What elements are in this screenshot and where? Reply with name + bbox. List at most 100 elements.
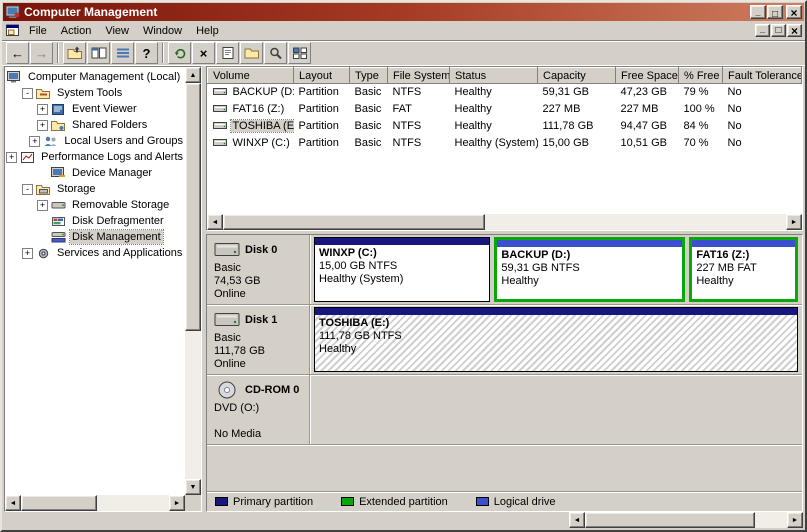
scroll-thumb[interactable] [21, 495, 97, 511]
export-list-button[interactable] [111, 42, 134, 64]
back-button[interactable]: ← [6, 42, 29, 64]
restore-icon [775, 25, 781, 36]
mdi-close-button[interactable] [787, 24, 802, 37]
delete-button[interactable]: × [192, 42, 215, 64]
scroll-thumb[interactable] [585, 512, 755, 528]
volume-row-toshiba-e[interactable]: TOSHIBA (E:)PartitionBasicNTFSHealthy111… [208, 118, 802, 135]
tree-item-device-manager[interactable]: Device Manager [5, 165, 185, 181]
menu-help[interactable]: Help [189, 23, 226, 39]
disk-icon [214, 310, 240, 330]
scroll-thumb[interactable] [223, 214, 485, 230]
views-button[interactable] [288, 42, 311, 64]
tree-item-disk-defragmenter[interactable]: Disk Defragmenter [5, 213, 185, 229]
disk-info-disk-1[interactable]: Disk 1Basic111,78 GBOnline [207, 305, 310, 374]
volume-row-backup-d[interactable]: BACKUP (D:)PartitionBasicNTFSHealthy59,3… [208, 84, 802, 101]
collapse-toggle-icon[interactable]: - [22, 88, 33, 99]
menu-view[interactable]: View [98, 23, 136, 39]
cell-capacity: 15,00 GB [538, 135, 616, 152]
tree-vertical-scrollbar[interactable] [185, 67, 201, 495]
column-header-free-space[interactable]: Free Space [616, 68, 679, 84]
tree-horizontal-scrollbar[interactable] [5, 495, 185, 511]
disk-info-disk-0[interactable]: Disk 0Basic74,53 GBOnline [207, 235, 310, 304]
find-button[interactable] [264, 42, 287, 64]
bottom-horizontal-scrollbar[interactable] [569, 512, 803, 528]
expand-toggle-icon[interactable]: + [29, 136, 40, 147]
column-header-type[interactable]: Type [350, 68, 388, 84]
column-header-file-system[interactable]: File System [388, 68, 450, 84]
scroll-right-button[interactable] [169, 495, 185, 511]
column-header-fault-tolerance[interactable]: Fault Tolerance [723, 68, 802, 84]
scroll-down-button[interactable] [185, 479, 201, 495]
minimize-button[interactable] [750, 5, 766, 19]
tree-item-event-viewer[interactable]: + Event Viewer [5, 101, 185, 117]
expand-toggle-icon[interactable]: + [37, 104, 48, 115]
expand-toggle-icon[interactable]: + [22, 248, 33, 259]
disk-info-cd-rom-0[interactable]: CD-ROM 0DVD (O:) No Media [207, 375, 310, 444]
help-button[interactable]: ? [135, 42, 158, 64]
tree-item-local-users-and-groups[interactable]: +Local Users and Groups [5, 133, 185, 149]
tree-item-label: Shared Folders [70, 118, 149, 132]
open-folder-button[interactable] [240, 42, 263, 64]
partition-fat16-z[interactable]: FAT16 (Z:)227 MB FATHealthy [689, 237, 798, 302]
collapse-toggle-icon[interactable]: - [22, 184, 33, 195]
column-header-capacity[interactable]: Capacity [538, 68, 616, 84]
cell-free-space: 47,23 GB [616, 84, 679, 101]
volume-row-fat16-z[interactable]: FAT16 (Z:)PartitionBasicFATHealthy227 MB… [208, 101, 802, 118]
up-button[interactable] [63, 42, 86, 64]
drive-icon [213, 137, 228, 148]
partition-label: FAT16 (Z:) [696, 249, 791, 262]
menu-file[interactable]: File [22, 23, 54, 39]
scroll-left-button[interactable] [569, 512, 585, 528]
column-header-free[interactable]: % Free [679, 68, 723, 84]
tree-item-services-and-applications[interactable]: +Services and Applications [5, 245, 185, 261]
extended-partition-swatch [341, 497, 354, 506]
properties-button[interactable] [216, 42, 239, 64]
console-tree: Computer Management (Local) - System Tools… [5, 67, 185, 495]
tree-item-shared-folders[interactable]: + Shared Folders [5, 117, 185, 133]
mdi-restore-button[interactable] [771, 24, 786, 37]
cell-type: Basic [350, 84, 388, 101]
expand-toggle-icon[interactable]: + [37, 120, 48, 131]
maximize-button[interactable] [767, 5, 783, 19]
expand-toggle-icon[interactable]: + [6, 152, 17, 163]
column-header-layout[interactable]: Layout [294, 68, 350, 84]
console-tree-button[interactable] [87, 42, 110, 64]
menu-action[interactable]: Action [54, 23, 99, 39]
legend: Primary partitionExtended partitionLogic… [207, 491, 802, 511]
partition-type-strip [497, 240, 682, 247]
scroll-left-button[interactable] [207, 214, 223, 230]
right-arrow-icon [792, 517, 799, 524]
refresh-button[interactable] [168, 42, 191, 64]
column-header-status[interactable]: Status [450, 68, 538, 84]
tree-item-performance-logs-and-alerts[interactable]: +Performance Logs and Alerts [5, 149, 185, 165]
mdi-minimize-button[interactable] [755, 24, 770, 37]
partition-backup-d[interactable]: BACKUP (D:)59,31 GB NTFSHealthy [494, 237, 685, 302]
volume-row-winxp-c[interactable]: WINXP (C:)PartitionBasicNTFSHealthy (Sys… [208, 135, 802, 152]
scroll-thumb[interactable] [185, 83, 201, 331]
title-bar[interactable]: Computer Management [3, 3, 804, 21]
column-header-volume[interactable]: Volume [208, 68, 294, 84]
partition-winxp-c[interactable]: WINXP (C:)15,00 GB NTFSHealthy (System) [314, 237, 490, 302]
close-button[interactable] [786, 5, 802, 19]
partition-toshiba-e[interactable]: TOSHIBA (E:)111,78 GB NTFSHealthy [314, 307, 798, 372]
tree-item-computer-management-local[interactable]: Computer Management (Local) [5, 69, 185, 85]
tree-item-removable-storage[interactable]: +Removable Storage [5, 197, 185, 213]
tree-item-storage[interactable]: -Storage [5, 181, 185, 197]
expand-toggle-icon[interactable]: + [37, 200, 48, 211]
tree-item-label: System Tools [55, 86, 124, 100]
cell-file-system: NTFS [388, 118, 450, 135]
forward-button[interactable]: → [30, 42, 53, 64]
volume-list-horizontal-scrollbar[interactable] [207, 214, 802, 230]
scroll-up-button[interactable] [185, 67, 201, 83]
menu-window[interactable]: Window [136, 23, 189, 39]
scroll-right-button[interactable] [786, 214, 802, 230]
partition-label: WINXP (C:) [319, 247, 485, 260]
scroll-left-button[interactable] [5, 495, 21, 511]
legend-label: Extended partition [359, 496, 448, 508]
tree-item-label: Computer Management (Local) [26, 70, 182, 84]
disk-detail-line: 74,53 GB [214, 275, 305, 288]
scroll-right-button[interactable] [787, 512, 803, 528]
tree-item-system-tools[interactable]: - System Tools [5, 85, 185, 101]
tree-item-disk-management[interactable]: Disk Management [5, 229, 185, 245]
tree-item-label: Event Viewer [70, 102, 139, 116]
